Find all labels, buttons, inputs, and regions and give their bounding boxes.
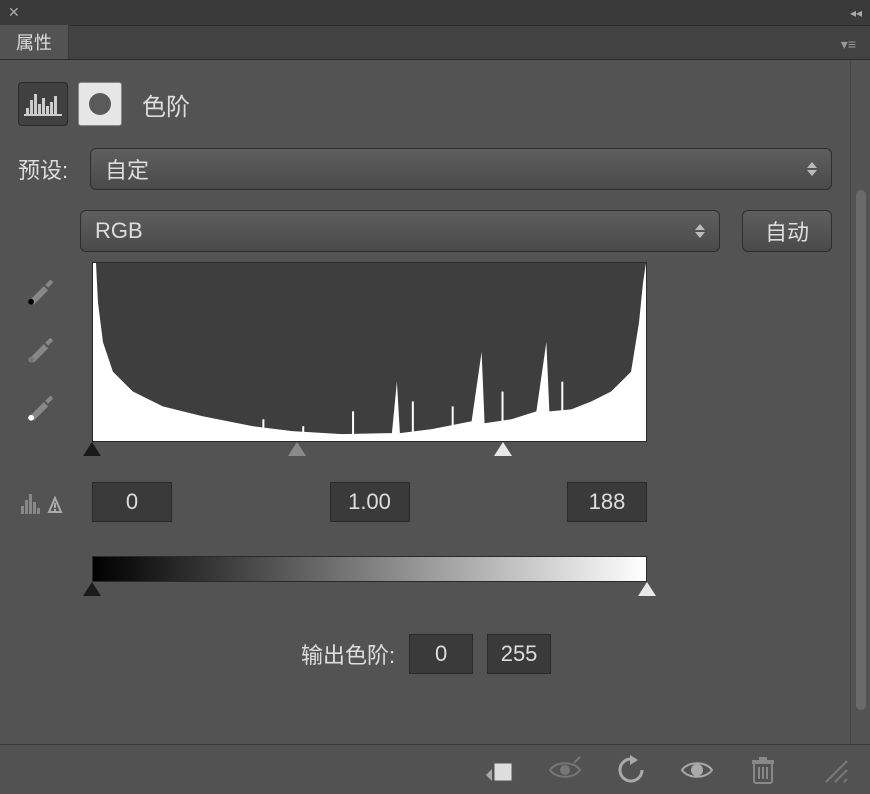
panel-menu-icon[interactable]: ▾≡	[841, 36, 856, 53]
histogram	[92, 262, 647, 442]
output-levels-slider[interactable]	[92, 582, 647, 598]
tab-bar: 属性 ▾≡	[0, 26, 870, 60]
panel-scrollbar[interactable]	[850, 60, 870, 744]
resize-grip-icon[interactable]	[816, 755, 854, 785]
output-gradient	[92, 556, 647, 582]
output-levels-label: 输出色阶:	[301, 638, 395, 670]
input-gamma-field[interactable]	[330, 482, 410, 522]
visibility-icon[interactable]	[678, 755, 716, 785]
input-white-field[interactable]	[567, 482, 647, 522]
preset-label: 预设:	[18, 153, 76, 185]
delete-icon[interactable]	[744, 755, 782, 785]
chevron-updown-icon	[691, 219, 709, 243]
panel-footer	[0, 744, 870, 794]
tab-properties[interactable]: 属性	[0, 25, 69, 59]
black-point-eyedropper-icon[interactable]	[24, 272, 58, 306]
white-point-eyedropper-icon[interactable]	[24, 388, 58, 422]
input-levels-slider[interactable]	[92, 442, 647, 458]
clip-warning-icon[interactable]	[19, 486, 63, 516]
black-point-handle[interactable]	[83, 442, 101, 456]
output-white-handle[interactable]	[638, 582, 656, 596]
scrollbar-thumb[interactable]	[856, 190, 866, 710]
output-white-field[interactable]	[487, 634, 551, 674]
layer-mask-icon[interactable]	[78, 82, 122, 126]
channel-value: RGB	[95, 218, 143, 244]
channel-select[interactable]: RGB	[80, 210, 720, 252]
reset-icon[interactable]	[612, 755, 650, 785]
output-black-handle[interactable]	[83, 582, 101, 596]
preset-select[interactable]: 自定	[90, 148, 832, 190]
close-icon[interactable]: ✕	[8, 4, 20, 21]
white-point-handle[interactable]	[494, 442, 512, 456]
chevron-updown-icon	[803, 157, 821, 181]
levels-histogram-icon[interactable]	[18, 82, 68, 126]
input-black-field[interactable]	[92, 482, 172, 522]
output-black-field[interactable]	[409, 634, 473, 674]
clip-to-layer-icon[interactable]	[480, 755, 518, 785]
view-previous-state-icon[interactable]	[546, 755, 584, 785]
gray-point-eyedropper-icon[interactable]	[24, 330, 58, 364]
collapse-chevrons-icon[interactable]: ◂◂	[850, 6, 862, 20]
auto-button[interactable]: 自动	[742, 210, 832, 252]
adjustment-title: 色阶	[142, 87, 190, 122]
gamma-handle[interactable]	[288, 442, 306, 456]
preset-value: 自定	[105, 153, 149, 185]
panel-title-bar: ✕ ◂◂	[0, 0, 870, 26]
